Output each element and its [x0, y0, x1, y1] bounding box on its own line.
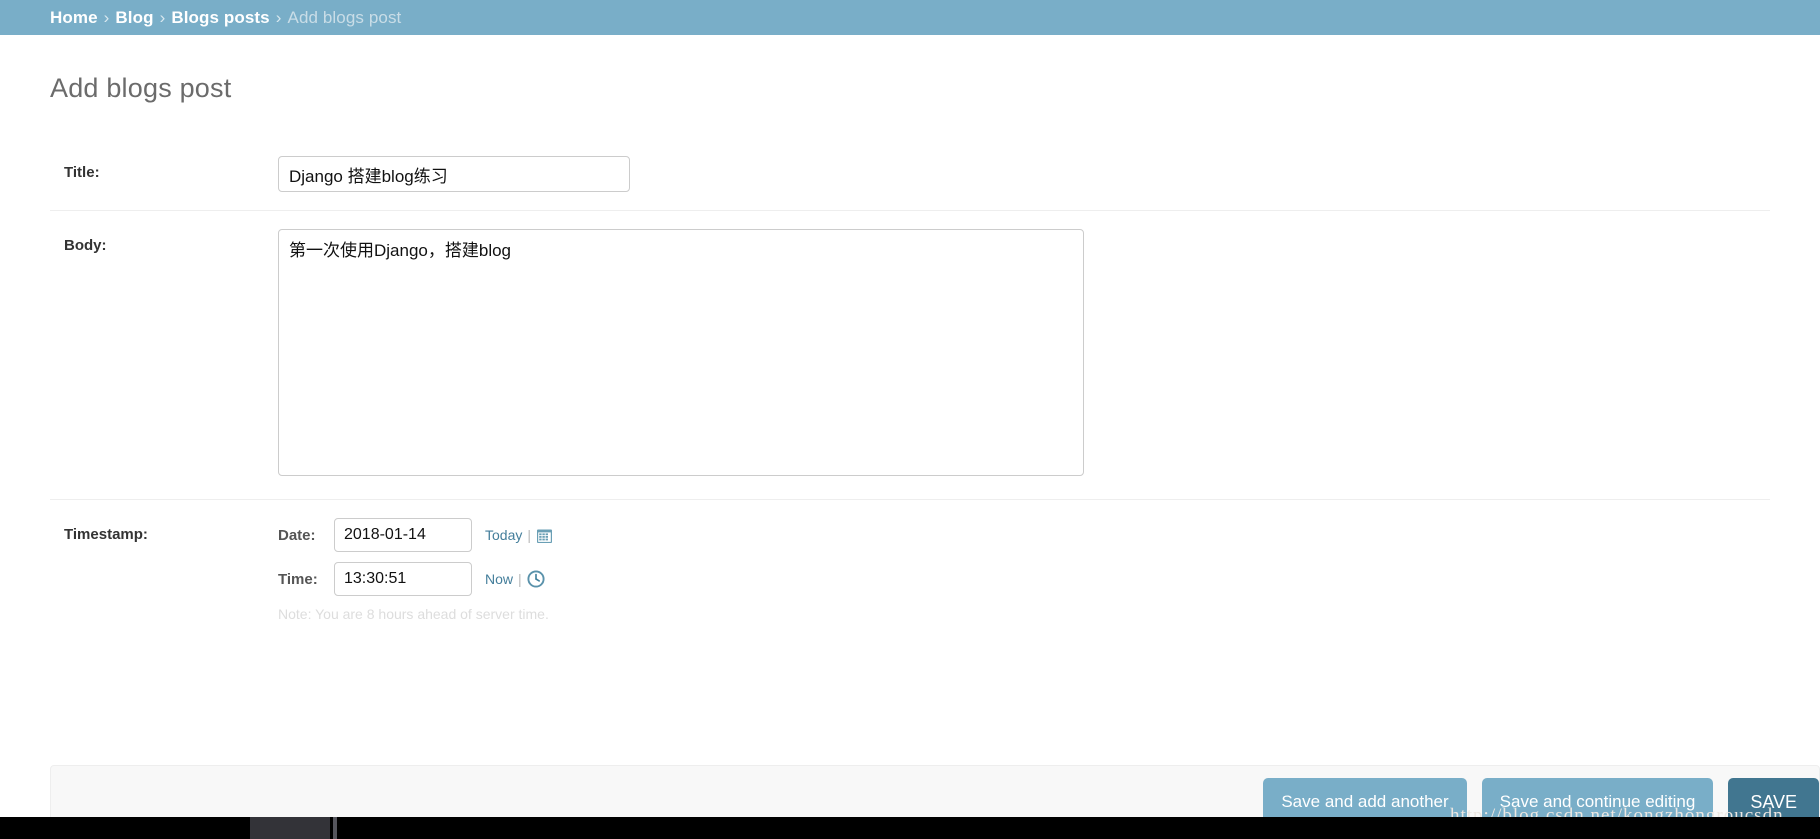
clock-icon[interactable] — [527, 570, 545, 588]
timestamp-field-wrapper: Date: Today | — [278, 518, 1770, 622]
form-row-body: Body: 第一次使用Django，搭建blog — [50, 211, 1770, 500]
body-textarea[interactable]: 第一次使用Django，搭建blog — [278, 229, 1084, 476]
now-link[interactable]: Now — [485, 571, 513, 587]
add-blogs-post-form: Title: Body: 第一次使用Django，搭建blog Timestam… — [0, 138, 1820, 640]
date-input[interactable] — [334, 518, 472, 552]
time-shortcuts: Now | — [485, 570, 545, 588]
date-shortcuts: Today | — [485, 527, 553, 544]
calendar-icon[interactable] — [536, 527, 553, 544]
breadcrumb-separator: › — [103, 7, 110, 27]
title-label: Title: — [64, 164, 100, 181]
time-input[interactable] — [334, 562, 472, 596]
breadcrumb-item-blog[interactable]: Blog — [115, 8, 153, 28]
form-row-title: Title: — [50, 138, 1770, 211]
breadcrumb-item-blogs-posts[interactable]: Blogs posts — [171, 8, 269, 28]
date-row: Date: Today | — [278, 518, 1770, 552]
form-row-timestamp: Timestamp: Date: Today | — [50, 500, 1770, 640]
taskbar-divider — [333, 817, 337, 839]
today-link[interactable]: Today — [485, 527, 522, 543]
time-label: Time: — [278, 570, 318, 588]
time-row: Time: Now | — [278, 562, 1770, 596]
date-shortcut-separator: | — [527, 527, 531, 543]
timestamp-note: Note: You are 8 hours ahead of server ti… — [278, 606, 549, 622]
page-title: Add blogs post — [50, 73, 232, 103]
date-label: Date: — [278, 526, 316, 544]
timestamp-label: Timestamp: — [64, 526, 148, 543]
breadcrumb: Home › Blog › Blogs posts › Add blogs po… — [0, 0, 1820, 35]
taskbar — [0, 817, 1820, 839]
taskbar-item[interactable] — [250, 817, 330, 839]
breadcrumb-separator: › — [275, 7, 282, 27]
breadcrumb-item-current: Add blogs post — [287, 7, 402, 27]
title-field-wrapper — [278, 156, 1770, 192]
breadcrumb-item-home[interactable]: Home — [50, 8, 98, 28]
body-field-wrapper: 第一次使用Django，搭建blog — [278, 229, 1770, 481]
body-label: Body: — [64, 237, 107, 254]
time-shortcut-separator: | — [518, 571, 522, 587]
admin-page: Home › Blog › Blogs posts › Add blogs po… — [0, 0, 1820, 839]
title-input[interactable] — [278, 156, 630, 192]
breadcrumb-separator: › — [159, 7, 166, 27]
